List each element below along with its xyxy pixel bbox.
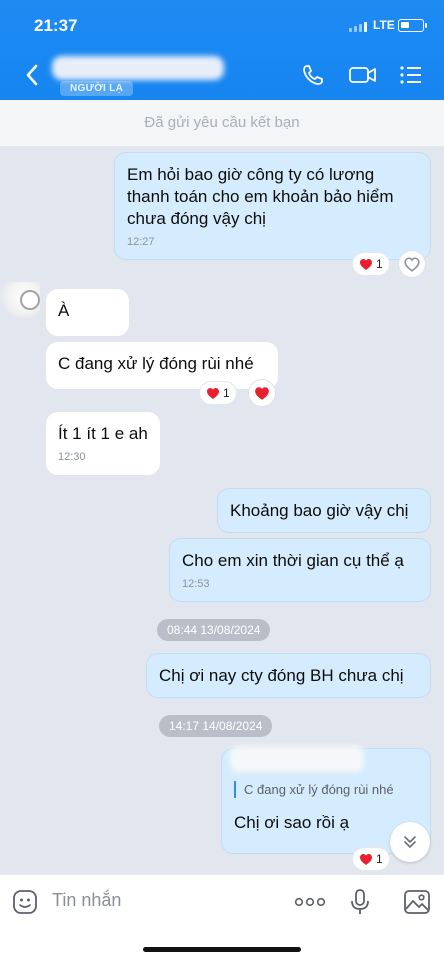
message-bubble[interactable]: À [46,289,129,336]
reaction-count[interactable]: 1 [353,253,389,275]
message-bubble[interactable]: Khoảng bao giờ vậy chị [217,488,431,533]
menu-icon[interactable] [398,62,424,88]
message-text: Chị ơi nay cty đóng BH chưa chị [159,666,404,685]
message-input-bar: Tin nhắn [0,874,444,960]
message-input[interactable]: Tin nhắn [52,890,121,911]
reaction-count[interactable]: 1 [353,848,389,870]
heart-icon [207,387,219,399]
quoted-message[interactable]: C đang xử lý đóng rùi nhé [234,781,418,798]
chat-header: 21:37 LTE NGƯỜI LẠ [0,0,444,100]
message-time: 12:30 [58,451,86,463]
reaction-count[interactable]: 1 [200,382,236,404]
double-chevron-down-icon [404,836,416,848]
react-heart-button[interactable] [249,380,275,406]
phone-icon[interactable] [300,62,326,88]
message-bubble[interactable]: Chị ơi nay cty đóng BH chưa chị [146,653,431,698]
react-heart-button[interactable] [399,251,425,277]
image-gallery-icon[interactable] [402,887,432,917]
date-separator: 14:17 14/08/2024 [159,715,273,737]
back-icon[interactable] [22,62,44,88]
battery-icon [398,19,427,32]
avatar-ring [20,290,40,310]
message-text: Ít 1 ít 1 e ah [58,424,148,443]
friend-request-banner: Đã gửi yêu cầu kết bạn [0,100,444,146]
message-text: Em hỏi bao giờ công ty có lương thanh to… [127,165,394,228]
video-call-icon[interactable] [348,62,378,88]
message-text: À [58,301,70,320]
message-bubble[interactable]: C đang xử lý đóng rùi nhé [46,342,278,389]
message-bubble[interactable]: Ít 1 ít 1 e ah 12:30 [46,412,160,475]
microphone-icon[interactable] [345,887,375,917]
heart-icon [360,853,372,865]
date-separator: 08:44 13/08/2024 [157,619,271,641]
more-options-icon[interactable] [293,887,327,917]
heart-outline-icon [404,256,420,272]
contact-name-redacted[interactable] [52,56,224,80]
network-type: LTE [373,18,395,32]
signal-icon [349,22,367,32]
heart-icon [255,386,269,400]
message-text: Cho em xin thời gian cụ thể ạ [182,551,404,570]
scroll-to-bottom-button[interactable] [390,822,430,862]
quoted-sender-redacted [230,746,364,772]
message-bubble[interactable]: Cho em xin thời gian cụ thể ạ 12:53 [169,538,431,602]
heart-icon [360,258,372,270]
home-indicator [143,947,301,952]
sticker-icon[interactable] [10,887,40,917]
message-time: 12:27 [127,236,155,248]
message-text: Khoảng bao giờ vậy chị [230,501,409,520]
message-text: C đang xử lý đóng rùi nhé [58,354,254,373]
message-bubble[interactable]: Em hỏi bao giờ công ty có lương thanh to… [114,152,431,260]
status-time: 21:37 [34,16,78,35]
status-bar: 21:37 LTE [0,0,444,48]
message-text: Chị ơi sao rồi ạ [234,813,350,832]
stranger-badge: NGƯỜI LẠ [60,81,134,96]
message-time: 12:53 [182,578,210,590]
